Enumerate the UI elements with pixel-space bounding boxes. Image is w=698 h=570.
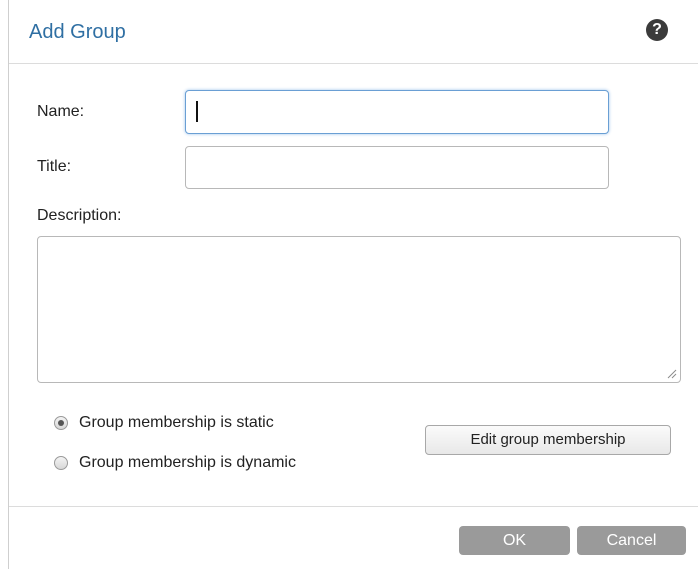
text-caret [196, 101, 198, 122]
name-field[interactable] [185, 90, 609, 134]
description-area-wrapper [37, 236, 681, 383]
radio-static-row[interactable]: Group membership is static [54, 412, 274, 434]
resize-grip-icon[interactable] [667, 369, 677, 379]
radio-dynamic-label: Group membership is dynamic [79, 454, 296, 471]
title-field[interactable] [185, 146, 609, 189]
radio-static-label: Group membership is static [79, 414, 274, 431]
name-label: Name: [37, 103, 85, 120]
dialog-title: Add Group [29, 21, 126, 43]
cancel-button[interactable]: Cancel [577, 526, 686, 555]
description-field[interactable] [37, 236, 681, 383]
radio-static[interactable] [54, 416, 68, 430]
dialog-header: Add Group ? [9, 0, 698, 64]
help-icon[interactable]: ? [646, 19, 668, 41]
ok-button[interactable]: OK [459, 526, 570, 555]
description-label: Description: [37, 207, 122, 224]
add-group-dialog: Add Group ? Name: Title: Description: Gr… [8, 0, 698, 569]
edit-group-membership-button[interactable]: Edit group membership [425, 425, 671, 455]
title-label: Title: [37, 158, 72, 175]
dialog-footer: OK Cancel [9, 506, 698, 570]
radio-dynamic[interactable] [54, 456, 68, 470]
radio-dynamic-row[interactable]: Group membership is dynamic [54, 452, 296, 474]
